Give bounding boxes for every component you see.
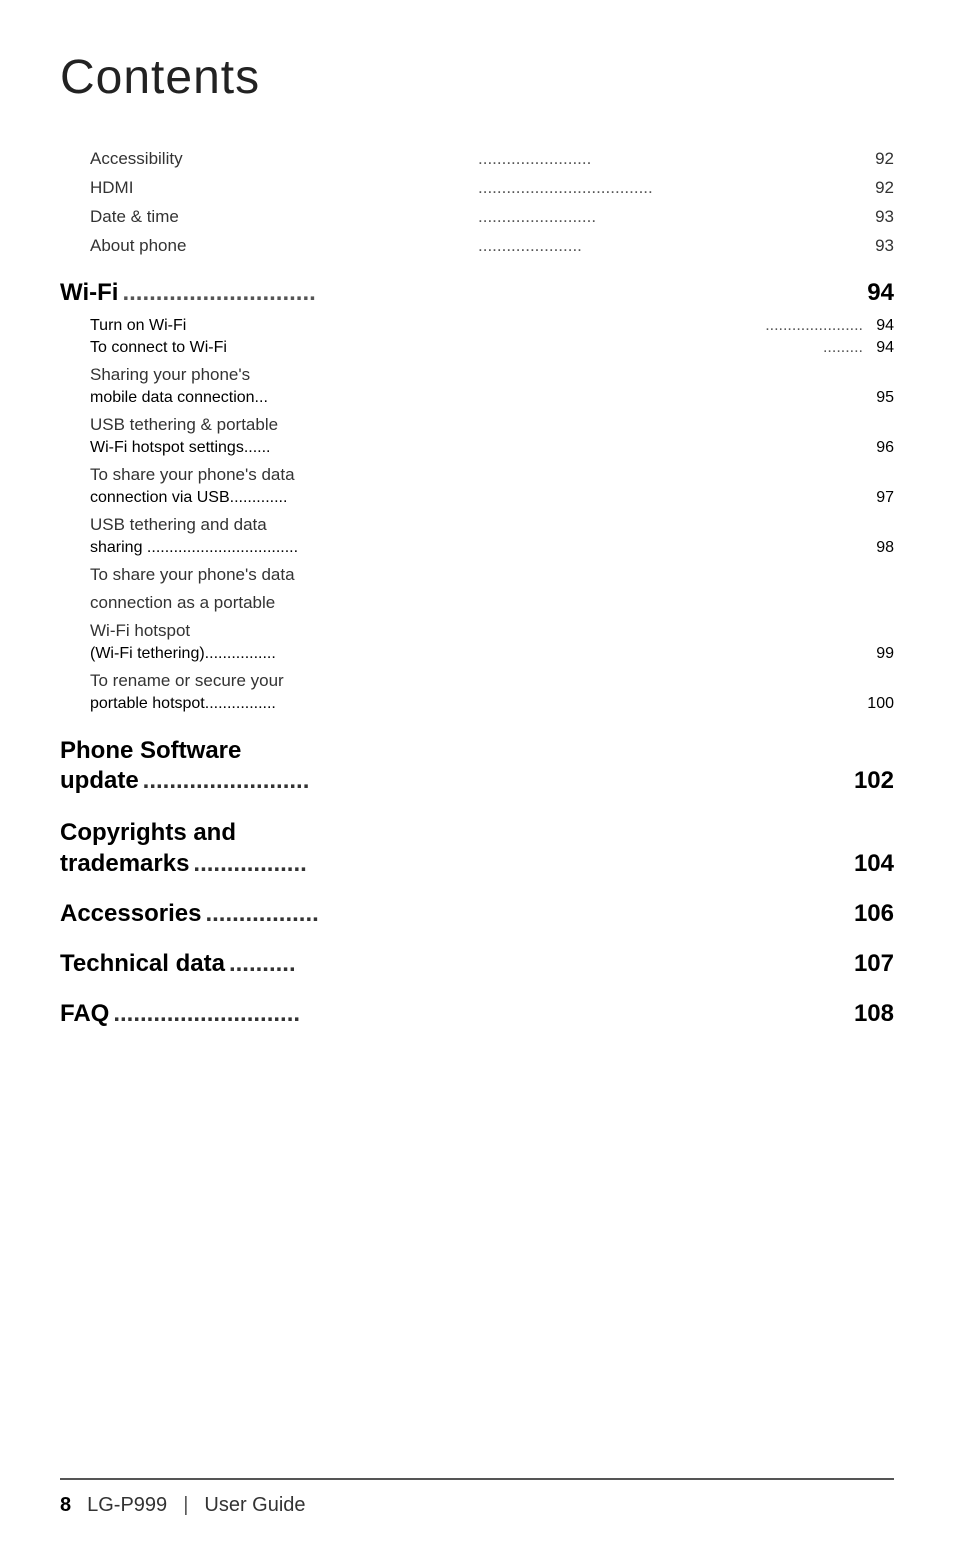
toc-item-usb-tethering-data: USB tethering and data sharing .........… — [60, 511, 894, 557]
page: Contents Accessibility .................… — [0, 0, 954, 1557]
phone-software-line2: update ......................... 102 — [60, 767, 894, 795]
accessories-heading: Accessories ................. 106 — [60, 900, 894, 928]
toc-item-about-phone: About phone ...................... 93 — [60, 232, 894, 261]
technical-label: Technical data — [60, 950, 225, 978]
phone-software-dots: ......................... — [143, 767, 850, 795]
toc-sub-page: 96 — [866, 439, 894, 457]
toc-item-connect-wifi: To connect to Wi-Fi ......... 94 — [60, 339, 894, 357]
toc-sub-line2: connection as a portable — [90, 589, 894, 617]
toc-sub-dots: ...................... — [765, 317, 863, 335]
wifi-heading-page: 94 — [867, 279, 894, 307]
footer-guide-text: User Guide — [204, 1494, 305, 1517]
faq-page: 108 — [854, 1000, 894, 1028]
technical-heading: Technical data .......... 107 — [60, 950, 894, 978]
faq-heading: FAQ ............................ 108 — [60, 1000, 894, 1028]
footer-page-number: 8 — [60, 1494, 71, 1517]
phone-software-page: 102 — [854, 767, 894, 795]
technical-page: 107 — [854, 950, 894, 978]
faq-label: FAQ — [60, 1000, 109, 1028]
toc-sub-line1: To share your phone's data — [90, 461, 894, 489]
toc-sub-label: portable hotspot................ — [90, 695, 866, 713]
technical-dots: .......... — [229, 950, 850, 978]
toc-sub-line1: USB tethering and data — [90, 511, 894, 539]
toc-sub-line1: USB tethering & portable — [90, 411, 894, 439]
toc-section-technical: Technical data .......... 107 — [60, 950, 894, 978]
toc-item-rename-hotspot: To rename or secure your portable hotspo… — [60, 667, 894, 713]
toc-item-page: 92 — [866, 174, 894, 203]
toc-sub-label: Turn on Wi-Fi — [90, 317, 762, 335]
toc-sub-dots: ......... — [823, 339, 863, 357]
toc-heading-wifi: Wi-Fi ............................. 94 — [60, 279, 894, 307]
toc-sub-line3: Wi-Fi hotspot — [90, 617, 894, 645]
toc-sub-label: Wi-Fi hotspot settings...... — [90, 439, 866, 457]
toc-sub-label: sharing ................................… — [90, 539, 866, 557]
toc-intro-section: Accessibility ........................ 9… — [60, 145, 894, 261]
toc-item-label: About phone — [90, 232, 474, 261]
toc-item-share-data-usb: To share your phone's data connection vi… — [60, 461, 894, 507]
toc-item-page: 92 — [866, 145, 894, 174]
accessories-page: 106 — [854, 900, 894, 928]
copyrights-page: 104 — [854, 850, 894, 878]
wifi-heading-label: Wi-Fi — [60, 279, 118, 307]
copyrights-line1: Copyrights and — [60, 817, 894, 849]
toc-item-label: HDMI — [90, 174, 474, 203]
toc-section-copyrights: Copyrights and trademarks ..............… — [60, 817, 894, 877]
faq-dots: ............................ — [113, 1000, 850, 1028]
accessories-label: Accessories — [60, 900, 201, 928]
toc-section-phone-software: Phone Software update ..................… — [60, 735, 894, 795]
toc-item-dots: ......................... — [478, 203, 862, 232]
accessories-dots: ................. — [205, 900, 850, 928]
toc-item-page: 93 — [866, 203, 894, 232]
toc-sub-page: 98 — [866, 539, 894, 557]
toc-sub-line1: Sharing your phone's — [90, 361, 894, 389]
phone-software-label2: update — [60, 767, 139, 795]
wifi-heading-dots: ............................. — [122, 279, 863, 307]
toc-sub-page: 99 — [866, 645, 894, 663]
phone-software-line1: Phone Software — [60, 735, 894, 767]
copyrights-label2: trademarks — [60, 850, 189, 878]
toc-item-label: Date & time — [90, 203, 474, 232]
toc-section-accessories: Accessories ................. 106 — [60, 900, 894, 928]
toc-item-dots: ..................................... — [478, 174, 862, 203]
page-title: Contents — [60, 50, 894, 105]
toc-item-page: 93 — [866, 232, 894, 261]
footer-separator: LG-P999 — [87, 1494, 167, 1517]
toc-sub-page: 94 — [866, 317, 894, 335]
toc-sub-page: 94 — [866, 339, 894, 357]
toc-sub-label: connection via USB............. — [90, 489, 866, 507]
toc-item-dots: ........................ — [478, 145, 862, 174]
toc-sub-label: mobile data connection... — [90, 389, 866, 407]
toc-sub-page: 100 — [866, 695, 894, 713]
toc-sub-page: 97 — [866, 489, 894, 507]
toc-item-label: Accessibility — [90, 145, 474, 174]
toc-item-share-portable-wifi: To share your phone's data connection as… — [60, 561, 894, 663]
copyrights-dots: ................. — [193, 850, 850, 878]
toc-sub-label: (Wi-Fi tethering)................ — [90, 645, 866, 663]
toc-item-date-time: Date & time ......................... 93 — [60, 203, 894, 232]
toc-sub-line1: To share your phone's data — [90, 561, 894, 589]
toc-section-faq: FAQ ............................ 108 — [60, 1000, 894, 1028]
toc-item-sharing-mobile: Sharing your phone's mobile data connect… — [60, 361, 894, 407]
footer: 8 LG-P999 | User Guide — [60, 1478, 894, 1517]
toc-item-dots: ...................... — [478, 232, 862, 261]
copyrights-line2: trademarks ................. 104 — [60, 850, 894, 878]
toc-item-hdmi: HDMI ...................................… — [60, 174, 894, 203]
toc-sub-line1: To rename or secure your — [90, 667, 894, 695]
toc-item-turn-on-wifi: Turn on Wi-Fi ...................... 94 — [60, 317, 894, 335]
toc-sub-label: To connect to Wi-Fi — [90, 339, 820, 357]
toc-item-usb-tethering-portable: USB tethering & portable Wi-Fi hotspot s… — [60, 411, 894, 457]
toc-sub-page: 95 — [866, 389, 894, 407]
toc-item-accessibility: Accessibility ........................ 9… — [60, 145, 894, 174]
